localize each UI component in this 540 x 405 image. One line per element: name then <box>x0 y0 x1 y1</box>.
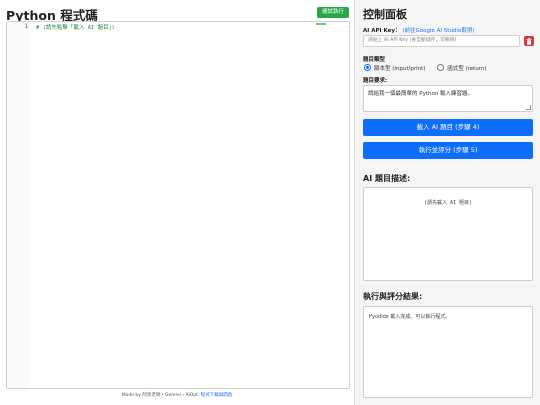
active-line-marker <box>316 23 326 25</box>
code-panel: Python 程式碼 儲試執行 1 # (請先點擊「載入 AI 題目」) Mad… <box>0 0 354 405</box>
type-option-script[interactable]: 腳本型 (input/print) <box>364 64 425 72</box>
api-key-label-row: AI API Key： (前往Google AI Studio取得) <box>363 26 474 34</box>
question-type-label: 題目類型 <box>363 57 386 63</box>
api-key-input[interactable]: 請貼上 AI API Key (會自動儲存，可刪除) <box>363 35 520 47</box>
ai-description-box: (請先載入 AI 題目) <box>363 187 533 281</box>
requirements-label: 題目要求: <box>363 78 388 84</box>
api-key-label: AI API Key： <box>363 28 401 34</box>
control-panel-title: 控制面板 <box>363 8 407 21</box>
result-output-box: Pyodide 載入完成。可以執行程式。 <box>363 306 533 398</box>
footer-credits: Made by 阿亮老師・Gemini・AIOpt. <box>121 393 200 398</box>
footer-link[interactable]: 程式下載與開啟 <box>201 393 233 398</box>
radio-selected-icon[interactable] <box>364 64 371 71</box>
code-line[interactable]: # (請先點擊「載入 AI 題目」) <box>36 23 115 31</box>
footer: Made by 阿亮老師・Gemini・AIOpt. 程式下載與開啟 <box>0 392 354 398</box>
requirements-text: 請給我一個最簡單的 Python 輸入練習題。 <box>368 91 474 97</box>
type-option-script-label: 腳本型 (input/print) <box>374 66 426 72</box>
type-option-function[interactable]: 函式型 (return) <box>437 64 487 72</box>
ai-description-title: AI 題目描述: <box>363 174 411 183</box>
control-panel: 控制面板 AI API Key： (前往Google AI Studio取得) … <box>354 0 540 405</box>
result-output-text: Pyodide 載入完成。可以執行程式。 <box>369 314 451 320</box>
delete-key-button[interactable] <box>524 36 534 46</box>
trash-icon <box>526 37 532 45</box>
question-type-group: 腳本型 (input/print) 函式型 (return) <box>364 64 497 72</box>
load-ai-question-button[interactable]: 載入 AI 題目 (步驟 4) <box>363 119 533 136</box>
run-and-grade-button[interactable]: 執行並評分 (步驟 5) <box>363 142 533 159</box>
code-editor[interactable]: 1 # (請先點擊「載入 AI 題目」) <box>6 21 350 389</box>
ai-description-placeholder: (請先載入 AI 題目) <box>423 200 473 206</box>
resize-handle-icon[interactable] <box>526 105 531 110</box>
line-number: 1 <box>24 23 28 30</box>
result-title: 執行與評分結果: <box>363 292 423 301</box>
ai-studio-link[interactable]: (前往Google AI Studio取得) <box>402 28 474 34</box>
requirements-textarea[interactable]: 請給我一個最簡單的 Python 輸入練習題。 <box>363 85 533 112</box>
line-gutter: 1 <box>7 22 30 388</box>
radio-unselected-icon[interactable] <box>437 64 445 71</box>
test-run-button[interactable]: 儲試執行 <box>317 7 349 18</box>
type-option-function-label: 函式型 (return) <box>447 66 487 72</box>
